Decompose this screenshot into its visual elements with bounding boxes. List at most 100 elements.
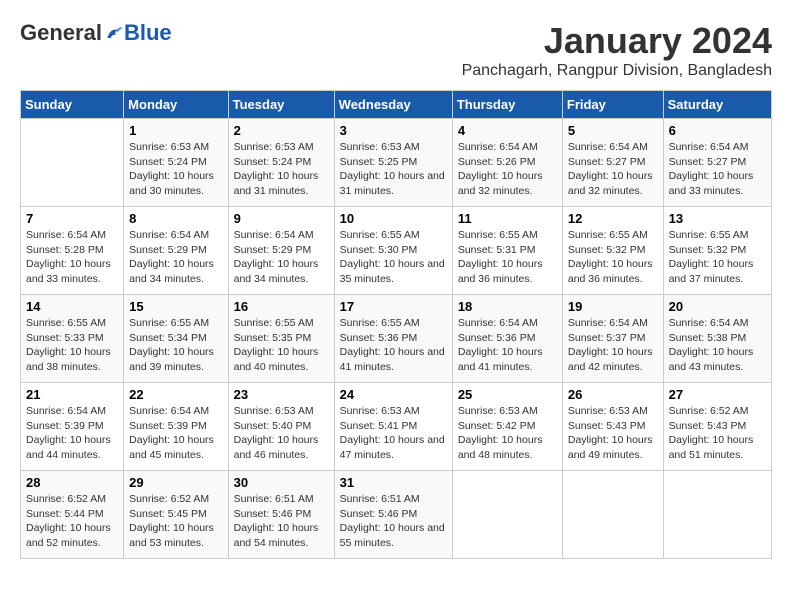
day-number: 8 bbox=[129, 211, 222, 226]
day-info: Sunrise: 6:54 AM Sunset: 5:28 PM Dayligh… bbox=[26, 228, 118, 287]
table-row: 6 Sunrise: 6:54 AM Sunset: 5:27 PM Daylig… bbox=[663, 119, 771, 207]
table-row: 14 Sunrise: 6:55 AM Sunset: 5:33 PM Dayli… bbox=[21, 295, 124, 383]
table-row: 1 Sunrise: 6:53 AM Sunset: 5:24 PM Daylig… bbox=[124, 119, 228, 207]
day-number: 9 bbox=[234, 211, 329, 226]
day-info: Sunrise: 6:55 AM Sunset: 5:34 PM Dayligh… bbox=[129, 316, 222, 375]
table-row: 30 Sunrise: 6:51 AM Sunset: 5:46 PM Dayli… bbox=[228, 471, 334, 559]
logo-blue: Blue bbox=[124, 20, 172, 46]
location-subtitle: Panchagarh, Rangpur Division, Bangladesh bbox=[462, 62, 772, 80]
day-number: 19 bbox=[568, 299, 658, 314]
calendar-week-row: 21 Sunrise: 6:54 AM Sunset: 5:39 PM Dayli… bbox=[21, 383, 772, 471]
day-number: 6 bbox=[669, 123, 766, 138]
day-number: 5 bbox=[568, 123, 658, 138]
logo: General Blue bbox=[20, 20, 172, 46]
day-info: Sunrise: 6:54 AM Sunset: 5:39 PM Dayligh… bbox=[26, 404, 118, 463]
calendar-table: Sunday Monday Tuesday Wednesday Thursday… bbox=[20, 90, 772, 559]
logo-general: General bbox=[20, 20, 102, 46]
day-number: 14 bbox=[26, 299, 118, 314]
day-number: 21 bbox=[26, 387, 118, 402]
day-info: Sunrise: 6:51 AM Sunset: 5:46 PM Dayligh… bbox=[340, 492, 447, 551]
day-number: 23 bbox=[234, 387, 329, 402]
day-number: 1 bbox=[129, 123, 222, 138]
header-monday: Monday bbox=[124, 91, 228, 119]
table-row: 3 Sunrise: 6:53 AM Sunset: 5:25 PM Daylig… bbox=[334, 119, 452, 207]
day-info: Sunrise: 6:53 AM Sunset: 5:24 PM Dayligh… bbox=[129, 140, 222, 199]
table-row: 28Sunrise: 6:52 AM Sunset: 5:44 PM Dayli… bbox=[21, 471, 124, 559]
day-info: Sunrise: 6:54 AM Sunset: 5:39 PM Dayligh… bbox=[129, 404, 222, 463]
header-saturday: Saturday bbox=[663, 91, 771, 119]
table-row: 25Sunrise: 6:53 AM Sunset: 5:42 PM Dayli… bbox=[452, 383, 562, 471]
logo-bird-icon bbox=[104, 23, 124, 43]
table-row: 23 Sunrise: 6:53 AM Sunset: 5:40 PM Dayli… bbox=[228, 383, 334, 471]
table-row: 17 Sunrise: 6:55 AM Sunset: 5:36 PM Dayli… bbox=[334, 295, 452, 383]
day-info: Sunrise: 6:55 AM Sunset: 5:35 PM Dayligh… bbox=[234, 316, 329, 375]
header-thursday: Thursday bbox=[452, 91, 562, 119]
day-number: 27 bbox=[669, 387, 766, 402]
table-row: 10 Sunrise: 6:55 AM Sunset: 5:30 PM Dayli… bbox=[334, 207, 452, 295]
table-row: 16Sunrise: 6:55 AM Sunset: 5:35 PM Dayli… bbox=[228, 295, 334, 383]
table-row: 29Sunrise: 6:52 AM Sunset: 5:45 PM Dayli… bbox=[124, 471, 228, 559]
day-info: Sunrise: 6:53 AM Sunset: 5:25 PM Dayligh… bbox=[340, 140, 447, 199]
day-info: Sunrise: 6:53 AM Sunset: 5:43 PM Dayligh… bbox=[568, 404, 658, 463]
table-row bbox=[21, 119, 124, 207]
day-number: 4 bbox=[458, 123, 557, 138]
day-info: Sunrise: 6:55 AM Sunset: 5:33 PM Dayligh… bbox=[26, 316, 118, 375]
table-row: 19 Sunrise: 6:54 AM Sunset: 5:37 PM Dayli… bbox=[562, 295, 663, 383]
day-info: Sunrise: 6:51 AM Sunset: 5:46 PM Dayligh… bbox=[234, 492, 329, 551]
header-tuesday: Tuesday bbox=[228, 91, 334, 119]
day-number: 22 bbox=[129, 387, 222, 402]
day-info: Sunrise: 6:53 AM Sunset: 5:40 PM Dayligh… bbox=[234, 404, 329, 463]
table-row: 2Sunrise: 6:53 AM Sunset: 5:24 PM Daylig… bbox=[228, 119, 334, 207]
table-row: 12Sunrise: 6:55 AM Sunset: 5:32 PM Dayli… bbox=[562, 207, 663, 295]
day-info: Sunrise: 6:52 AM Sunset: 5:43 PM Dayligh… bbox=[669, 404, 766, 463]
day-info: Sunrise: 6:53 AM Sunset: 5:41 PM Dayligh… bbox=[340, 404, 447, 463]
table-row: 20 Sunrise: 6:54 AM Sunset: 5:38 PM Dayli… bbox=[663, 295, 771, 383]
table-row bbox=[452, 471, 562, 559]
table-row: 27 Sunrise: 6:52 AM Sunset: 5:43 PM Dayli… bbox=[663, 383, 771, 471]
calendar-week-row: 1 Sunrise: 6:53 AM Sunset: 5:24 PM Daylig… bbox=[21, 119, 772, 207]
day-number: 11 bbox=[458, 211, 557, 226]
calendar-header-row: Sunday Monday Tuesday Wednesday Thursday… bbox=[21, 91, 772, 119]
day-info: Sunrise: 6:55 AM Sunset: 5:30 PM Dayligh… bbox=[340, 228, 447, 287]
header-wednesday: Wednesday bbox=[334, 91, 452, 119]
day-number: 13 bbox=[669, 211, 766, 226]
table-row: 5Sunrise: 6:54 AM Sunset: 5:27 PM Daylig… bbox=[562, 119, 663, 207]
day-number: 17 bbox=[340, 299, 447, 314]
table-row: 9 Sunrise: 6:54 AM Sunset: 5:29 PM Daylig… bbox=[228, 207, 334, 295]
day-info: Sunrise: 6:55 AM Sunset: 5:31 PM Dayligh… bbox=[458, 228, 557, 287]
day-info: Sunrise: 6:54 AM Sunset: 5:38 PM Dayligh… bbox=[669, 316, 766, 375]
calendar-week-row: 28Sunrise: 6:52 AM Sunset: 5:44 PM Dayli… bbox=[21, 471, 772, 559]
table-row: 8 Sunrise: 6:54 AM Sunset: 5:29 PM Daylig… bbox=[124, 207, 228, 295]
table-row: 15 Sunrise: 6:55 AM Sunset: 5:34 PM Dayli… bbox=[124, 295, 228, 383]
page-header: General Blue January 2024 Panchagarh, Ra… bbox=[20, 20, 772, 80]
day-info: Sunrise: 6:54 AM Sunset: 5:29 PM Dayligh… bbox=[129, 228, 222, 287]
day-number: 20 bbox=[669, 299, 766, 314]
day-number: 15 bbox=[129, 299, 222, 314]
header-friday: Friday bbox=[562, 91, 663, 119]
day-info: Sunrise: 6:55 AM Sunset: 5:32 PM Dayligh… bbox=[568, 228, 658, 287]
table-row bbox=[562, 471, 663, 559]
day-number: 10 bbox=[340, 211, 447, 226]
table-row: 24 Sunrise: 6:53 AM Sunset: 5:41 PM Dayli… bbox=[334, 383, 452, 471]
day-number: 18 bbox=[458, 299, 557, 314]
day-info: Sunrise: 6:55 AM Sunset: 5:36 PM Dayligh… bbox=[340, 316, 447, 375]
day-info: Sunrise: 6:53 AM Sunset: 5:24 PM Dayligh… bbox=[234, 140, 329, 199]
table-row: 22 Sunrise: 6:54 AM Sunset: 5:39 PM Dayli… bbox=[124, 383, 228, 471]
day-info: Sunrise: 6:54 AM Sunset: 5:27 PM Dayligh… bbox=[669, 140, 766, 199]
day-info: Sunrise: 6:54 AM Sunset: 5:26 PM Dayligh… bbox=[458, 140, 557, 199]
day-number: 3 bbox=[340, 123, 447, 138]
table-row: 21 Sunrise: 6:54 AM Sunset: 5:39 PM Dayli… bbox=[21, 383, 124, 471]
day-number: 28 bbox=[26, 475, 118, 490]
day-info: Sunrise: 6:54 AM Sunset: 5:37 PM Dayligh… bbox=[568, 316, 658, 375]
day-info: Sunrise: 6:55 AM Sunset: 5:32 PM Dayligh… bbox=[669, 228, 766, 287]
day-number: 31 bbox=[340, 475, 447, 490]
day-info: Sunrise: 6:54 AM Sunset: 5:29 PM Dayligh… bbox=[234, 228, 329, 287]
calendar-week-row: 14 Sunrise: 6:55 AM Sunset: 5:33 PM Dayli… bbox=[21, 295, 772, 383]
day-number: 30 bbox=[234, 475, 329, 490]
day-number: 26 bbox=[568, 387, 658, 402]
day-number: 24 bbox=[340, 387, 447, 402]
day-info: Sunrise: 6:54 AM Sunset: 5:36 PM Dayligh… bbox=[458, 316, 557, 375]
table-row: 26 Sunrise: 6:53 AM Sunset: 5:43 PM Dayli… bbox=[562, 383, 663, 471]
table-row: 18 Sunrise: 6:54 AM Sunset: 5:36 PM Dayli… bbox=[452, 295, 562, 383]
day-number: 29 bbox=[129, 475, 222, 490]
